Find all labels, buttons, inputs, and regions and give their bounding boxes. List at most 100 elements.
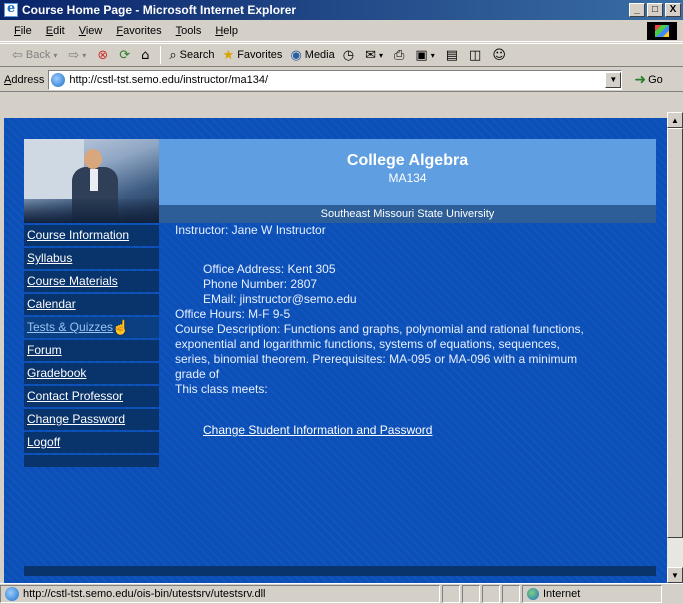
course-banner: College Algebra MA134: [159, 139, 656, 205]
internet-explorer-icon: [4, 1, 18, 17]
address-input[interactable]: http://cstl-tst.semo.edu/instructor/ma13…: [48, 69, 623, 90]
course-description: Course Description: Functions and graphs…: [175, 322, 584, 381]
menu-bar: File Edit View Favorites Tools Help: [0, 20, 683, 42]
address-bar: Address http://cstl-tst.semo.edu/instruc…: [0, 68, 683, 92]
page-icon: [5, 587, 19, 601]
window-title: Course Home Page - Microsoft Internet Ex…: [22, 3, 297, 17]
refresh-button[interactable]: ⟳: [119, 48, 133, 63]
nav-gradebook[interactable]: Gradebook: [24, 363, 159, 384]
go-label: Go: [648, 73, 663, 86]
favorites-button[interactable]: ★ Favorites: [223, 48, 283, 63]
windows-logo-icon: [647, 22, 677, 40]
page-icon: [51, 72, 66, 87]
page-footer-bar: [24, 566, 656, 576]
chevron-down-icon: ▾: [430, 50, 435, 60]
menu-file[interactable]: File: [14, 25, 32, 37]
history-icon: ◷: [342, 47, 355, 63]
print-icon: ⎙: [394, 47, 405, 63]
nav-course-information[interactable]: Course Information: [24, 225, 159, 246]
security-zone: Internet: [522, 585, 662, 603]
office-hours: Office Hours: M-F 9-5: [175, 307, 291, 321]
forward-button[interactable]: ⇨ ▾: [68, 48, 89, 63]
nav-syllabus[interactable]: Syllabus: [24, 248, 159, 269]
nav-course-materials[interactable]: Course Materials: [24, 271, 159, 292]
back-arrow-icon: ⇦: [12, 47, 23, 63]
nav-contact-professor[interactable]: Contact Professor: [24, 386, 159, 407]
home-button[interactable]: ⌂: [141, 48, 152, 63]
back-button[interactable]: ⇦ Back ▾: [12, 48, 60, 63]
chevron-down-icon: ▾: [82, 50, 87, 60]
instructor-name: Instructor: Jane W Instructor: [175, 223, 326, 237]
nav-logoff[interactable]: Logoff: [24, 432, 159, 453]
status-cell: [442, 585, 460, 603]
chevron-down-icon: ▾: [53, 50, 58, 60]
arrow-up-icon: ▲: [671, 115, 679, 125]
address-dropdown-button[interactable]: ▼: [605, 71, 622, 88]
contact-block: Office Address: Kent 305 Phone Number: 2…: [203, 262, 645, 307]
minimize-button[interactable]: _: [629, 3, 645, 17]
home-icon: ⌂: [141, 47, 150, 63]
media-icon: ◉: [290, 47, 302, 63]
nav-tests-quizzes[interactable]: Tests & Quizzes: [24, 317, 159, 338]
status-cell: [482, 585, 500, 603]
menu-tools[interactable]: Tools: [176, 25, 202, 37]
go-button[interactable]: ➜ Go: [634, 71, 662, 88]
zone-label: Internet: [543, 588, 581, 600]
address-url: http://cstl-tst.semo.edu/instructor/ma13…: [69, 73, 269, 86]
status-cell: [462, 585, 480, 603]
university-name: Southeast Missouri State University: [159, 205, 656, 223]
print-button[interactable]: ⎙: [394, 48, 407, 63]
messenger-button[interactable]: ☺: [492, 48, 509, 63]
menu-edit[interactable]: Edit: [46, 25, 65, 37]
media-label: Media: [304, 49, 335, 61]
vertical-scrollbar[interactable]: ▲ ▼: [667, 112, 683, 583]
status-url: http://cstl-tst.semo.edu/ois-bin/utestsr…: [23, 588, 266, 600]
stop-button[interactable]: ⊗: [97, 48, 111, 63]
nav-calendar[interactable]: Calendar: [24, 294, 159, 315]
email: EMail: jinstructor@semo.edu: [203, 292, 357, 306]
back-label: Back: [25, 49, 51, 61]
maximize-button[interactable]: □: [647, 3, 663, 17]
nav-spacer: [24, 455, 159, 467]
mail-icon: ✉: [365, 47, 376, 63]
scroll-up-button[interactable]: ▲: [667, 112, 683, 128]
close-button[interactable]: X: [665, 3, 681, 17]
research-button[interactable]: ◫: [469, 48, 484, 63]
discuss-button[interactable]: ▤: [446, 48, 461, 63]
menu-view[interactable]: View: [79, 25, 103, 37]
scroll-down-button[interactable]: ▼: [667, 567, 683, 583]
go-arrow-icon: ➜: [634, 71, 647, 87]
stop-icon: ⊗: [97, 47, 109, 63]
menu-help[interactable]: Help: [215, 25, 238, 37]
nav-forum[interactable]: Forum: [24, 340, 159, 361]
mail-button[interactable]: ✉ ▾: [365, 48, 386, 63]
title-bar: Course Home Page - Microsoft Internet Ex…: [0, 0, 683, 20]
edit-page-icon: ▣: [415, 47, 428, 63]
media-button[interactable]: ◉ Media: [290, 48, 334, 63]
status-bar: http://cstl-tst.semo.edu/ois-bin/utestsr…: [0, 583, 683, 604]
chevron-down-icon: ▾: [379, 50, 384, 60]
scroll-thumb[interactable]: [667, 128, 683, 538]
menu-favorites[interactable]: Favorites: [116, 25, 161, 37]
course-code: MA134: [388, 171, 427, 185]
toolbar-divider: [160, 46, 162, 64]
status-text-panel: http://cstl-tst.semo.edu/ois-bin/utestsr…: [0, 585, 440, 603]
edit-button[interactable]: ▣ ▾: [415, 48, 437, 63]
phone-number: Phone Number: 2807: [203, 277, 318, 291]
search-button[interactable]: ⌕ Search: [169, 48, 214, 63]
refresh-icon: ⟳: [119, 47, 131, 63]
window-controls: _ □ X: [629, 3, 681, 17]
page-top-frame: [4, 112, 667, 118]
toolbar: ⇦ Back ▾ ⇨ ▾ ⊗ ⟳ ⌂ ⌕ Search ★ Favorites …: [0, 43, 683, 67]
forward-arrow-icon: ⇨: [68, 47, 80, 63]
messenger-icon: ☺: [492, 47, 506, 63]
chevron-down-icon: ▼: [609, 75, 618, 84]
change-student-info-link[interactable]: Change Student Information and Password: [203, 423, 645, 438]
search-label: Search: [179, 49, 215, 61]
course-title: College Algebra: [346, 152, 469, 169]
office-address: Office Address: Kent 305: [203, 262, 336, 276]
discuss-icon: ▤: [445, 47, 459, 63]
nav-change-password[interactable]: Change Password: [24, 409, 159, 430]
course-info: Instructor: Jane W Instructor Office Add…: [175, 223, 645, 438]
history-button[interactable]: ◷: [343, 48, 357, 63]
